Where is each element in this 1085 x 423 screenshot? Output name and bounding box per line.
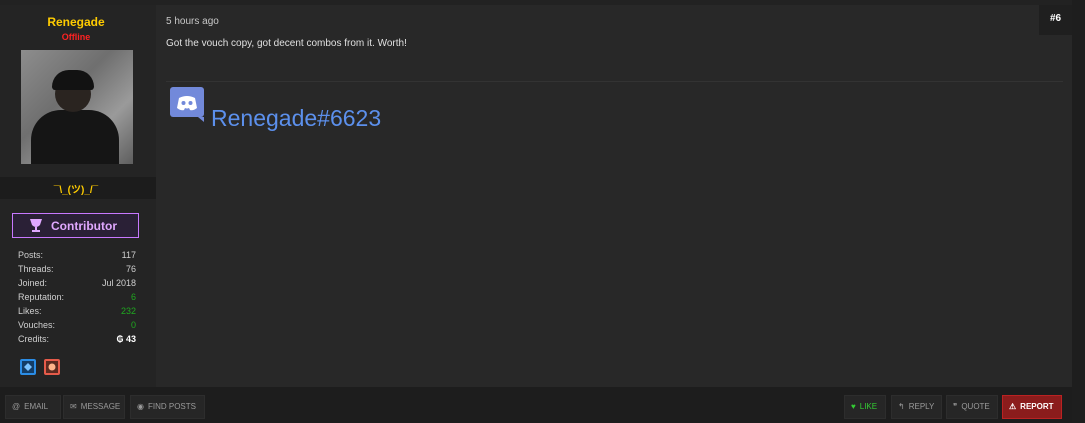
like-button[interactable]: ♥ LIKE bbox=[844, 395, 886, 419]
stat-likes: Likes: 232 bbox=[18, 306, 136, 316]
message-button[interactable]: ✉ MESSAGE bbox=[63, 395, 125, 419]
email-button[interactable]: @ EMAIL bbox=[5, 395, 61, 419]
warning-icon: ⚠ bbox=[1009, 402, 1017, 411]
discord-icon bbox=[170, 87, 204, 122]
stat-vouches: Vouches: 0 bbox=[18, 320, 136, 330]
trophy-icon bbox=[30, 219, 42, 232]
signature-divider bbox=[166, 81, 1063, 82]
report-button[interactable]: ⚠ REPORT bbox=[1002, 395, 1062, 419]
quote-button[interactable]: ❞ QUOTE bbox=[946, 395, 998, 419]
reply-icon: ↰ bbox=[898, 402, 905, 411]
envelope-icon: ✉ bbox=[70, 402, 77, 411]
post-body: 5 hours ago #6 Got the vouch copy, got d… bbox=[156, 5, 1072, 387]
at-icon: @ bbox=[12, 402, 21, 411]
stat-credits: Credits: ₲ 43 bbox=[18, 334, 136, 344]
eye-icon: ◉ bbox=[137, 402, 144, 411]
stat-joined: Joined: Jul 2018 bbox=[18, 278, 136, 288]
contributor-label: Contributor bbox=[51, 219, 117, 233]
user-sidebar: Renegade Offline ¯\_(ツ)_/¯ Contributor P… bbox=[0, 5, 156, 387]
stat-posts: Posts: 117 bbox=[18, 250, 136, 260]
username[interactable]: Renegade bbox=[0, 15, 152, 29]
user-stats: Posts: 117 Threads: 76 Joined: Jul 2018 Rep… bbox=[18, 250, 136, 348]
find-posts-button[interactable]: ◉ FIND POSTS bbox=[130, 395, 205, 419]
heart-icon: ♥ bbox=[851, 402, 856, 411]
award-icon-red[interactable] bbox=[44, 359, 60, 375]
contributor-badge: Contributor bbox=[12, 213, 139, 238]
post-message: Got the vouch copy, got decent combos fr… bbox=[166, 38, 407, 49]
post-container: Renegade Offline ¯\_(ツ)_/¯ Contributor P… bbox=[0, 0, 1072, 423]
avatar-figure-body bbox=[31, 110, 119, 164]
avatar[interactable] bbox=[21, 50, 133, 164]
status-offline: Offline bbox=[61, 32, 91, 42]
quote-icon: ❞ bbox=[953, 402, 958, 411]
reply-button[interactable]: ↰ REPLY bbox=[891, 395, 942, 419]
stat-threads: Threads: 76 bbox=[18, 264, 136, 274]
tagline-bar: ¯\_(ツ)_/¯ bbox=[0, 177, 156, 199]
award-icon-blue[interactable] bbox=[20, 359, 36, 375]
post-timestamp[interactable]: 5 hours ago bbox=[166, 16, 219, 27]
post-number[interactable]: #6 bbox=[1039, 5, 1072, 35]
user-tagline: ¯\_(ツ)_/¯ bbox=[53, 185, 99, 196]
post-footer: @ EMAIL ✉ MESSAGE ◉ FIND POSTS ♥ LIKE ↰ REPLY… bbox=[0, 387, 1072, 423]
stat-reputation: Reputation: 6 bbox=[18, 292, 136, 302]
discord-username: Renegade#6623 bbox=[211, 105, 382, 131]
avatar-figure-hat bbox=[52, 70, 94, 90]
